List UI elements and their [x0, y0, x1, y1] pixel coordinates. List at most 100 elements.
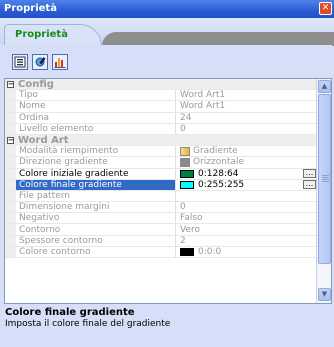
property-grid: − Config Tipo Word Art1 Nome Word Art1 O… — [4, 78, 332, 304]
property-row-tipo[interactable]: Tipo Word Art1 — [5, 90, 317, 102]
property-value-text: 0:0:0 — [198, 246, 222, 257]
property-value: Word Art1 — [180, 101, 226, 112]
property-value: Word Art1 — [180, 90, 226, 101]
property-name: Ordina — [16, 112, 176, 123]
row-gutter — [5, 101, 16, 112]
category-word-art[interactable]: − Word Art — [5, 134, 317, 147]
property-value: 0:255:255 ... — [176, 180, 317, 190]
categorized-view-button[interactable] — [12, 54, 28, 70]
properties-view-button[interactable] — [32, 54, 48, 70]
row-gutter — [5, 157, 16, 168]
collapse-icon[interactable]: − — [7, 136, 14, 144]
tab-strip-edge — [102, 32, 334, 46]
toolbar — [12, 54, 68, 72]
property-value: 0:128:64 ... — [176, 169, 317, 179]
color-swatch — [180, 247, 194, 256]
property-name: Negativo — [16, 213, 176, 224]
property-name: Contorno — [16, 224, 176, 235]
grip-line — [322, 181, 329, 182]
property-row-ordina[interactable]: Ordina 24 — [5, 112, 317, 124]
collapse-icon[interactable]: − — [7, 80, 14, 88]
category-label: Config — [18, 79, 54, 90]
property-value: Gradiente — [176, 146, 317, 156]
property-value: Orizzontale — [176, 157, 317, 167]
row-gutter — [5, 235, 16, 246]
scroll-down-button[interactable]: ▼ — [318, 288, 331, 301]
tab-label: Proprietà — [15, 29, 68, 40]
property-value: Vero — [180, 224, 201, 235]
grip-line — [322, 177, 329, 178]
property-row-livello-elemento[interactable]: Livello elemento 0 — [5, 123, 317, 135]
close-button[interactable]: ✕ — [319, 2, 332, 15]
property-value: 0 — [180, 123, 186, 134]
property-name: Tipo — [16, 90, 176, 101]
property-name: Spessore contorno — [16, 235, 176, 246]
close-icon: ✕ — [321, 3, 330, 13]
scroll-thumb[interactable] — [318, 94, 331, 264]
row-gutter — [5, 190, 16, 202]
scroll-up-button[interactable]: ▲ — [318, 80, 331, 93]
description-text: Imposta il colore finale del gradiente — [5, 319, 171, 329]
ellipsis-button[interactable]: ... — [303, 180, 316, 190]
property-value-text: Gradiente — [193, 146, 238, 157]
categorized-icon — [14, 56, 26, 68]
property-row-colore-contorno[interactable]: Colore contorno 0:0:0 — [5, 246, 317, 258]
category-config[interactable]: − Config — [5, 79, 317, 91]
property-name: Modalità riempimento — [16, 146, 176, 157]
property-name: Colore iniziale gradiente — [16, 168, 176, 179]
property-row-colore-finale-gradiente[interactable]: Colore finale gradiente 0:255:255 ... — [5, 179, 317, 191]
property-name: Livello elemento — [16, 123, 176, 134]
property-value: 0 — [180, 202, 186, 213]
chevron-up-icon: ▲ — [321, 82, 328, 90]
window-title: Proprietà — [4, 3, 57, 14]
row-gutter — [5, 168, 16, 179]
chart-icon — [54, 58, 66, 68]
property-row-nome[interactable]: Nome Word Art1 — [5, 101, 317, 113]
property-value-text: Orizzontale — [193, 157, 245, 168]
ellipsis-button[interactable]: ... — [303, 169, 316, 179]
vertical-scrollbar[interactable]: ▲ ▼ — [316, 79, 331, 303]
property-row-direzione-gradiente[interactable]: Direzione gradiente Orizzontale — [5, 157, 317, 169]
property-name: Dimensione margini — [16, 202, 176, 213]
row-gutter — [5, 202, 16, 213]
property-value-text: 0:128:64 — [198, 168, 239, 179]
property-name: Colore contorno — [16, 246, 176, 257]
property-value: Falso — [180, 213, 203, 224]
property-value-text: 0:255:255 — [198, 179, 245, 190]
property-grid-rows: − Config Tipo Word Art1 Nome Word Art1 O… — [5, 79, 317, 303]
chevron-down-icon: ▼ — [321, 290, 328, 298]
property-name: Direzione gradiente — [16, 157, 176, 168]
category-gutter: − — [5, 134, 16, 146]
property-name: Colore finale gradiente — [16, 179, 176, 190]
property-value: 2 — [180, 235, 186, 246]
row-gutter — [5, 213, 16, 224]
row-gutter — [5, 146, 16, 157]
property-value: 0:0:0 — [176, 247, 317, 257]
row-gutter — [5, 123, 16, 134]
gradient-icon — [180, 146, 190, 156]
property-value — [176, 191, 317, 201]
row-gutter — [5, 224, 16, 235]
chart-view-button[interactable] — [52, 54, 68, 70]
property-name: File pattern — [16, 190, 176, 202]
property-row-colore-iniziale-gradiente[interactable]: Colore iniziale gradiente 0:128:64 ... — [5, 168, 317, 180]
color-swatch — [180, 180, 194, 189]
grip-line — [322, 175, 329, 176]
property-row-file-pattern[interactable]: File pattern — [5, 190, 317, 203]
property-row-negativo[interactable]: Negativo Falso — [5, 213, 317, 225]
property-value: 24 — [180, 112, 192, 123]
row-gutter — [5, 90, 16, 101]
property-row-modalita-riempimento[interactable]: Modalità riempimento Gradiente — [5, 146, 317, 158]
property-row-contorno[interactable]: Contorno Vero — [5, 224, 317, 236]
grip-line — [322, 179, 329, 180]
properties-panel: − Config Tipo Word Art1 Nome Word Art1 O… — [4, 45, 332, 337]
property-row-spessore-contorno[interactable]: Spessore contorno 2 — [5, 235, 317, 247]
color-swatch — [180, 169, 194, 178]
tab-proprieta[interactable]: Proprietà — [4, 24, 102, 46]
description-title: Colore finale gradiente — [5, 307, 135, 318]
row-gutter — [5, 246, 16, 257]
properties-icon — [35, 57, 46, 67]
property-row-dimensione-margini[interactable]: Dimensione margini 0 — [5, 202, 317, 214]
row-gutter — [5, 179, 16, 190]
row-gutter — [5, 112, 16, 123]
